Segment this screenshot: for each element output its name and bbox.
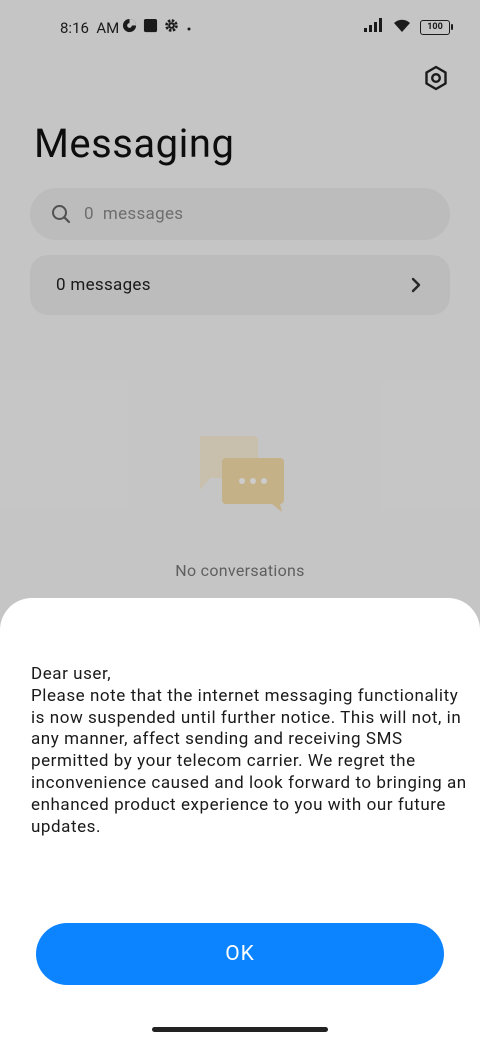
dialog-message: Dear user, Please note that the internet…	[31, 664, 471, 838]
dialog-body: Please note that the internet messaging …	[31, 685, 467, 837]
notice-dialog: Dear user, Please note that the internet…	[0, 598, 480, 1040]
ok-button[interactable]: OK	[36, 923, 444, 985]
dialog-greeting: Dear user,	[31, 664, 112, 684]
home-indicator[interactable]	[152, 1027, 328, 1032]
